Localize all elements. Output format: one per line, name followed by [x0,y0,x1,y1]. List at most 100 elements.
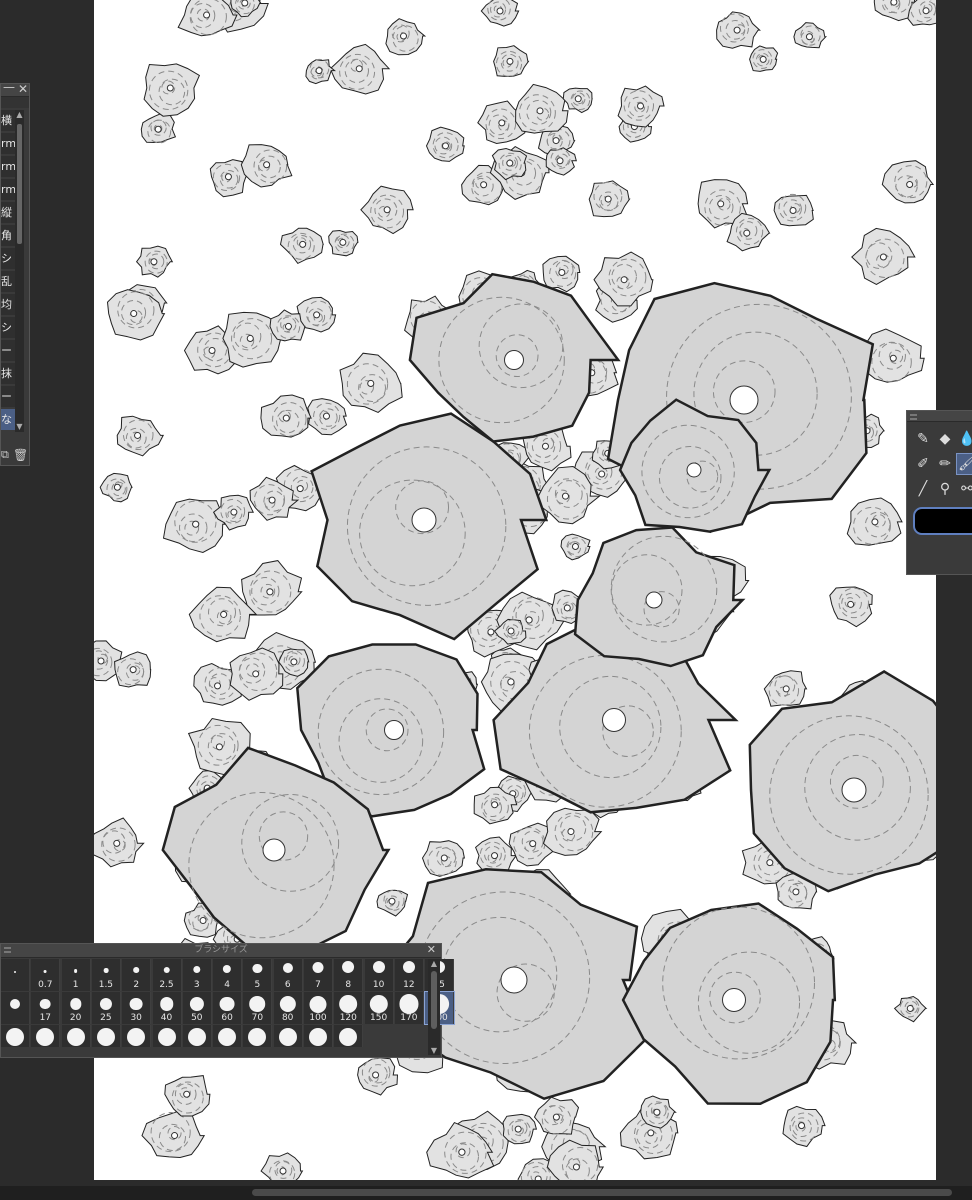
brush-size-option[interactable]: 0.7 [31,959,61,991]
brush-size-option[interactable] [213,1025,243,1047]
brush-size-option[interactable]: 6 [273,959,303,991]
scrollbar-thumb[interactable] [17,124,22,244]
brush-dot-icon [339,995,358,1013]
brush-dot-icon [312,962,324,973]
brush-size-label: 6 [284,980,291,990]
brush-dot-icon [309,1028,327,1046]
brush-size-option[interactable] [243,1025,273,1047]
close-icon[interactable]: ✕ [18,82,28,96]
main-color-swatch[interactable] [913,507,972,535]
subtool-item[interactable]: rm [1,179,15,200]
subtool-item[interactable]: ー [1,386,15,407]
brush-size-option[interactable]: 17 [31,992,61,1024]
brush-size-option[interactable]: 80 [273,992,303,1024]
subtool-scrollbar[interactable]: ▲ ▼ [15,110,24,432]
brush-size-label: 20 [69,1013,82,1023]
pen-icon[interactable]: ✎ [913,429,933,449]
brush-size-option[interactable]: 20 [61,992,91,1024]
horizontal-scrollbar[interactable] [0,1186,972,1200]
panel-header [1,97,29,108]
brush-dot-icon [163,966,170,973]
brush-size-option[interactable] [91,1025,121,1047]
brush-size-option[interactable] [273,1025,303,1047]
panel-title-bar[interactable] [907,411,972,422]
brush-size-option[interactable]: 1 [61,959,91,991]
brush-size-option[interactable] [61,1025,91,1047]
panel-title-bar[interactable]: ブラシサイズ ✕ [1,943,441,958]
duplicate-icon[interactable]: ⧉ [1,448,9,462]
brush-size-option[interactable]: 40 [152,992,182,1024]
subtool-item[interactable]: 乱 [1,271,15,292]
eyedropper-icon[interactable]: ⚲ [935,479,955,499]
brush-size-option[interactable]: 60 [213,992,243,1024]
brush-size-option[interactable] [1,992,30,1024]
brush-size-option[interactable] [122,1025,152,1047]
eraser-icon[interactable]: ◆ [935,429,955,449]
brush-size-option[interactable] [334,1025,364,1047]
brush-size-label: 70 [251,1013,264,1023]
brush-dot-icon [278,1028,297,1046]
brush-size-option[interactable]: 4 [213,959,243,991]
minimize-icon[interactable]: — [3,80,15,94]
brush-size-label: 170 [400,1013,418,1023]
brush-size-option[interactable]: 100 [304,992,333,1024]
brush-dot-icon [103,968,109,973]
brush-size-option[interactable]: 12 [394,959,424,991]
grip-icon[interactable] [910,414,917,420]
brush-size-label: 40 [160,1013,173,1023]
brush-size-option[interactable]: 10 [364,959,394,991]
brush-size-option[interactable] [1,959,30,991]
brush-size-option[interactable]: 120 [334,992,364,1024]
brush-size-option[interactable]: 7 [304,959,333,991]
brush-size-scrollbar[interactable]: ▲ ▼ [428,959,440,1055]
subtool-item[interactable]: 抹 [1,363,15,384]
subtool-item[interactable]: 均 [1,294,15,315]
connector-icon[interactable]: ⚯ [957,479,972,499]
brush-size-option[interactable] [304,1025,333,1047]
subtool-item[interactable]: シ [1,248,15,269]
subtool-item[interactable]: rm [1,133,15,154]
scroll-down-icon[interactable]: ▼ [15,422,24,432]
brush-size-option[interactable]: 2.5 [152,959,182,991]
subtool-item[interactable]: シ [1,317,15,338]
brush-size-option[interactable] [152,1025,182,1047]
brush-size-option[interactable]: 50 [182,992,212,1024]
panel-footer: ⧉ 🗑 [1,446,31,464]
subtool-list: 横 rm rm rm 縦角シ乱均シー抹ーな [1,110,15,432]
subtool-item[interactable]: 角 [1,225,15,246]
brush-size-option[interactable]: 70 [243,992,273,1024]
brush-size-option[interactable] [31,1025,61,1047]
brush-size-option[interactable]: 30 [122,992,152,1024]
subtool-item[interactable]: 横 [1,110,15,131]
close-icon[interactable]: ✕ [427,943,436,956]
brush-size-option[interactable]: 8 [334,959,364,991]
scroll-up-icon[interactable]: ▲ [428,959,440,968]
subtool-item[interactable]: ー [1,340,15,361]
brush-size-option[interactable]: 150 [364,992,394,1024]
panel-title-bar[interactable]: — ✕ [1,80,29,97]
scrollbar-thumb[interactable] [431,971,437,1029]
subtool-item[interactable]: rm [1,156,15,177]
brush-icon[interactable]: 🖌 [956,453,972,475]
brush-size-option[interactable]: 170 [394,992,424,1024]
brush-size-option[interactable]: 2 [122,959,152,991]
scroll-down-icon[interactable]: ▼ [428,1046,440,1055]
scroll-up-icon[interactable]: ▲ [15,110,24,120]
brush-size-panel: ブラシサイズ ✕ 0.711.522.534567810121517202530… [0,943,456,1058]
scrollbar-thumb[interactable] [252,1189,952,1196]
marker-icon[interactable]: ✐ [913,454,933,474]
brush-size-option[interactable]: 5 [243,959,273,991]
brush-dot-icon [69,998,82,1010]
brush-size-option[interactable]: 3 [182,959,212,991]
line-icon[interactable]: ╱ [913,479,933,499]
brush-size-option[interactable]: 1.5 [91,959,121,991]
brush-size-option[interactable] [1,1025,30,1047]
trash-icon[interactable]: 🗑 [13,448,28,462]
brush-dot-icon [309,995,327,1013]
blend-drop-icon[interactable]: 💧 [957,429,972,449]
subtool-item[interactable]: 縦 [1,202,15,223]
brush-size-option[interactable] [182,1025,212,1047]
subtool-item[interactable]: な [1,409,15,430]
fill-pen-icon[interactable]: ✏ [935,454,955,474]
brush-size-option[interactable]: 25 [91,992,121,1024]
